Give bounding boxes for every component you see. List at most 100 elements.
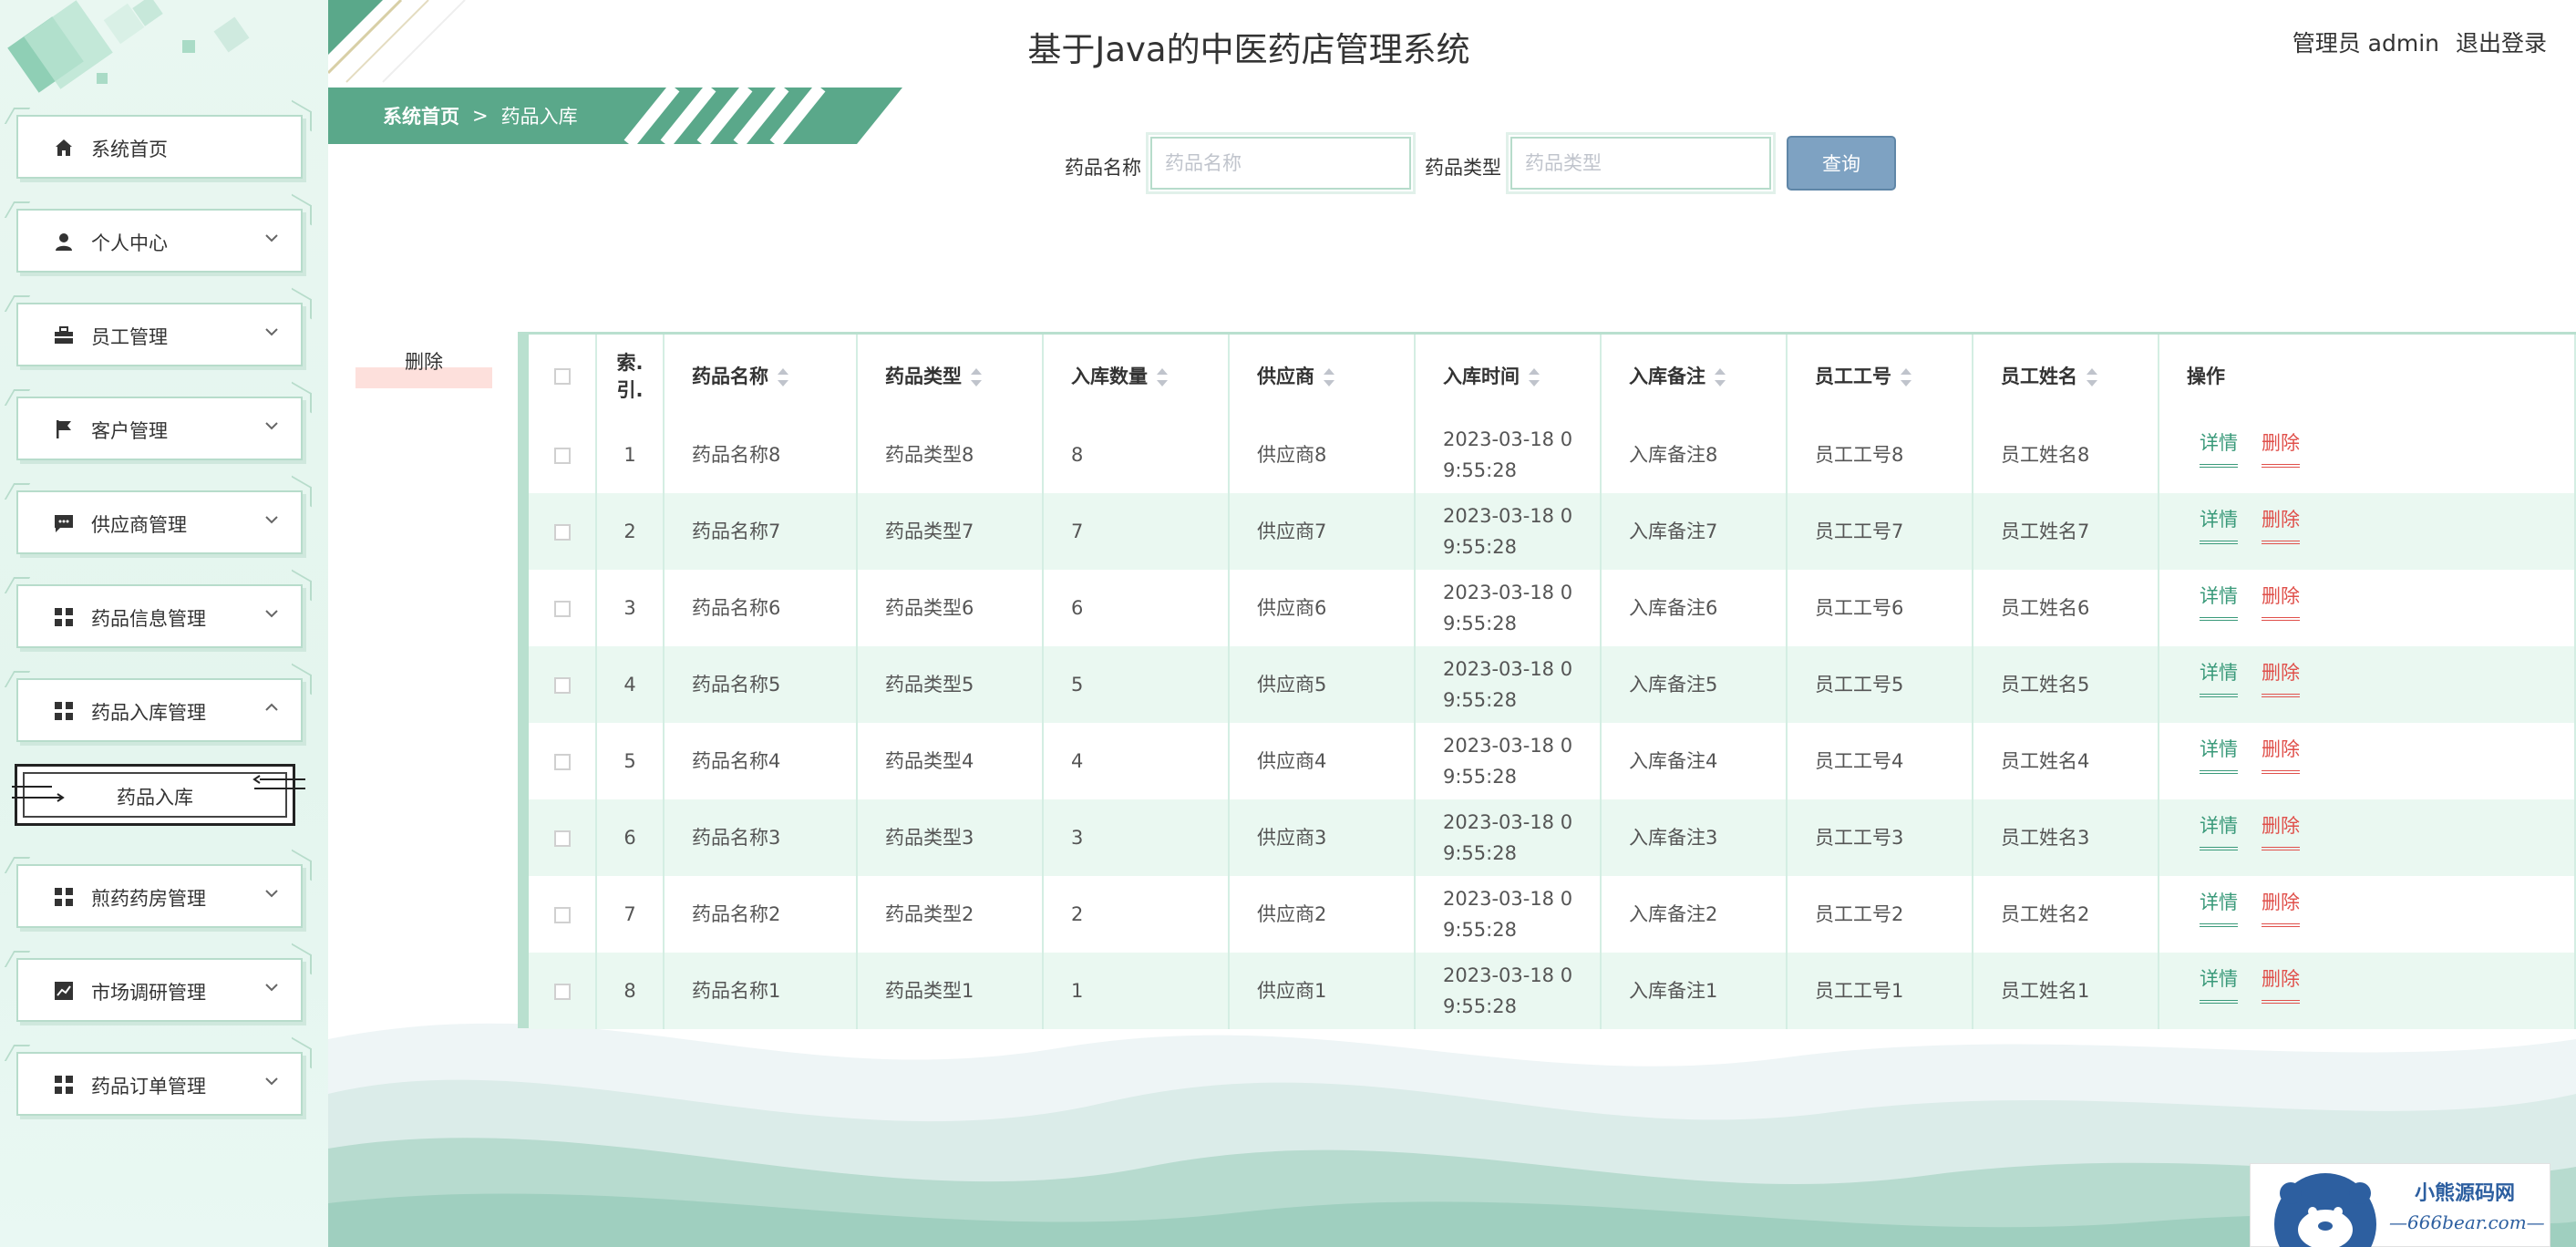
sidebar-item-drug-info[interactable]: 药品信息管理 (16, 584, 303, 648)
employee-no-cell: 员工工号5 (1787, 646, 1973, 723)
sidebar-item-drug-stock-in[interactable]: 药品入库管理 (16, 678, 303, 742)
delete-button[interactable]: 删除 (2262, 657, 2300, 697)
index-header-line1: 索. (616, 352, 644, 374)
column-label: 员工姓名 (2001, 366, 2077, 387)
sidebar-item-home[interactable]: 系统首页 (16, 115, 303, 179)
actions-cell: 详情 删除 (2159, 493, 2576, 570)
column-employee-name[interactable]: 员工姓名 (1973, 335, 2159, 417)
supplier-cell: 供应商2 (1229, 876, 1416, 953)
employee-name-cell: 员工姓名7 (1973, 493, 2159, 570)
drug-name-cell: 药品名称6 (664, 570, 858, 646)
delete-button[interactable]: 删除 (2262, 734, 2300, 774)
employee-no-cell: 员工工号1 (1787, 953, 1973, 1029)
column-drug-type[interactable]: 药品类型 (857, 335, 1044, 417)
index-cell: 8 (596, 953, 665, 1029)
breadcrumb-home[interactable]: 系统首页 (383, 102, 459, 129)
chevron-down-icon (265, 234, 278, 242)
actions-cell: 详情 删除 (2159, 876, 2576, 953)
sidebar-item-personal-center[interactable]: 个人中心 (16, 209, 303, 273)
sidebar-item-market-research[interactable]: 市场调研管理 (16, 958, 303, 1022)
time-cell: 2023-03-18 0 9:55:28 (1415, 876, 1602, 953)
logout-link[interactable]: 退出登录 (2456, 26, 2547, 58)
column-remark[interactable]: 入库备注 (1601, 335, 1788, 417)
sort-icon[interactable] (1901, 368, 1911, 386)
chevron-down-icon (265, 984, 278, 992)
table-row: 6 药品名称3 药品类型3 3 供应商3 2023-03-18 0 9:55:28 入库备注3… (529, 799, 2576, 876)
sidebar-item-drug-order[interactable]: 药品订单管理 (16, 1052, 303, 1116)
column-label: 药品名称 (692, 366, 768, 387)
row-checkbox[interactable] (553, 524, 571, 541)
drug-name-input[interactable] (1146, 132, 1416, 194)
delete-button[interactable]: 删除 (2262, 810, 2300, 850)
column-quantity[interactable]: 入库数量 (1043, 335, 1230, 417)
delete-button[interactable]: 删除 (2262, 964, 2300, 1004)
sidebar-item-customer[interactable]: 客户管理 (16, 397, 303, 460)
drug-type-cell: 药品类型4 (857, 723, 1044, 799)
delete-button[interactable]: 删除 (2262, 581, 2300, 621)
sort-icon[interactable] (1529, 368, 1540, 386)
sidebar-item-supplier[interactable]: 供应商管理 (16, 490, 303, 554)
detail-button[interactable]: 详情 (2200, 428, 2238, 468)
row-checkbox[interactable] (553, 984, 571, 1000)
sidebar-item-employee[interactable]: 员工管理 (16, 303, 303, 366)
chevron-up-icon (265, 703, 278, 711)
time-line1: 2023-03-18 0 (1443, 428, 1573, 450)
arrow-left-icon (252, 775, 305, 789)
sort-icon[interactable] (971, 368, 982, 386)
sidebar-item-decoction[interactable]: 煎药药房管理 (16, 864, 303, 928)
employee-name-cell: 员工姓名2 (1973, 876, 2159, 953)
sort-icon[interactable] (2087, 368, 2097, 386)
row-checkbox[interactable] (553, 601, 571, 617)
select-all-checkbox[interactable] (553, 368, 571, 385)
delete-button[interactable]: 删除 (2262, 887, 2300, 927)
drug-type-input[interactable] (1506, 132, 1776, 194)
chevron-down-icon (265, 516, 278, 524)
batch-delete-button[interactable]: 删除 (355, 346, 492, 388)
column-supplier[interactable]: 供应商 (1229, 335, 1416, 417)
grid-icon (55, 888, 73, 906)
employee-name-cell: 员工姓名1 (1973, 953, 2159, 1029)
column-label: 入库时间 (1443, 366, 1520, 387)
row-checkbox[interactable] (553, 677, 571, 694)
drug-name-cell: 药品名称8 (664, 417, 858, 493)
detail-button[interactable]: 详情 (2200, 504, 2238, 544)
delete-button[interactable]: 删除 (2262, 504, 2300, 544)
delete-button[interactable]: 删除 (2262, 428, 2300, 468)
chevron-down-icon (265, 890, 278, 898)
page-title: 基于Java的中医药店管理系统 (1027, 30, 1470, 69)
watermark-title: 小熊源码网 (2415, 1181, 2516, 1205)
column-label: 员工工号 (1815, 366, 1891, 387)
sort-icon[interactable] (1157, 368, 1168, 386)
chevron-down-icon (265, 1077, 278, 1086)
sidebar-subitem-drug-stock-in[interactable]: 药品入库 (12, 764, 305, 826)
sort-icon[interactable] (778, 368, 788, 386)
detail-button[interactable]: 详情 (2200, 810, 2238, 850)
user-icon (56, 233, 72, 251)
supplier-cell: 供应商4 (1229, 723, 1416, 799)
detail-button[interactable]: 详情 (2200, 964, 2238, 1004)
row-checkbox[interactable] (553, 907, 571, 923)
time-cell: 2023-03-18 0 9:55:28 (1415, 493, 1602, 570)
drug-type-cell: 药品类型1 (857, 953, 1044, 1029)
drug-name-cell: 药品名称7 (664, 493, 858, 570)
row-checkbox[interactable] (553, 830, 571, 847)
column-employee-no[interactable]: 员工工号 (1787, 335, 1973, 417)
row-check-cell (529, 799, 597, 876)
row-checkbox[interactable] (553, 448, 571, 464)
row-checkbox[interactable] (553, 754, 571, 770)
detail-button[interactable]: 详情 (2200, 734, 2238, 774)
remark-cell: 入库备注8 (1601, 417, 1788, 493)
sort-icon[interactable] (1715, 368, 1726, 386)
column-drug-name[interactable]: 药品名称 (664, 335, 858, 417)
remark-cell: 入库备注2 (1601, 876, 1788, 953)
drug-name-cell: 药品名称3 (664, 799, 858, 876)
search-button[interactable]: 查询 (1787, 136, 1896, 191)
column-time[interactable]: 入库时间 (1415, 335, 1602, 417)
detail-button[interactable]: 详情 (2200, 657, 2238, 697)
detail-button[interactable]: 详情 (2200, 887, 2238, 927)
sort-icon[interactable] (1324, 368, 1334, 386)
user-area: 管理员 admin 退出登录 (2293, 26, 2547, 58)
breadcrumb: 系统首页 > 药品入库 (383, 102, 578, 129)
detail-button[interactable]: 详情 (2200, 581, 2238, 621)
data-table: 索. 引. 药品名称 药品类型 入库数量 供应商 入库时间 入库备注 员工工号 员… (518, 332, 2576, 1029)
